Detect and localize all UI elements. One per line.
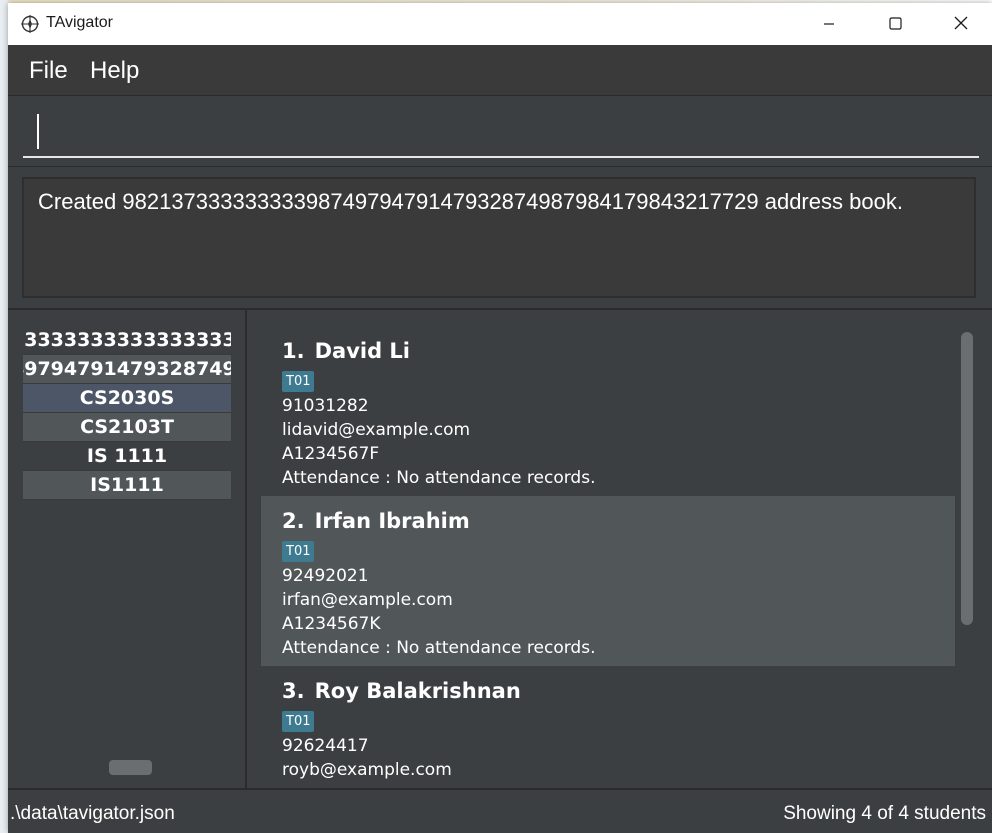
maximize-icon <box>888 15 902 34</box>
student-name-row: 2. Irfan Ibrahim <box>282 509 955 537</box>
student-name: Irfan Ibrahim <box>314 509 470 533</box>
close-icon <box>954 15 968 34</box>
save-location: .\data\tavigator.json <box>10 803 175 824</box>
student-email: lidavid@example.com <box>282 420 471 440</box>
student-attendance: Attendance : No attendance records. <box>282 468 596 488</box>
result-display: Created 98213733333333398749794791479328… <box>22 177 976 298</box>
app-window: TAvigator File Help Created 982137333333… <box>8 3 992 833</box>
student-phone: 92624417 <box>282 736 369 756</box>
maximize-button[interactable] <box>862 3 928 45</box>
course-item[interactable]: CS2103T <box>23 413 231 442</box>
tutorial-tag: T01 <box>282 541 315 562</box>
minimize-button[interactable] <box>796 3 862 45</box>
course-item[interactable]: IS1111 <box>23 471 231 500</box>
command-input[interactable] <box>23 108 979 158</box>
student-email: royb@example.com <box>282 760 452 780</box>
command-box <box>8 96 992 167</box>
menu-bar: File Help <box>8 45 992 96</box>
background-window-edge <box>0 0 8 833</box>
student-name: David Li <box>314 339 411 363</box>
course-list: 33333333333333333847 4979479147932874987… <box>23 326 231 500</box>
minimize-icon <box>823 15 835 34</box>
student-phone: 92492021 <box>282 566 369 586</box>
title-bar[interactable]: TAvigator <box>8 3 992 45</box>
window-title: TAvigator <box>46 14 113 31</box>
vertical-scrollbar-thumb[interactable] <box>961 332 973 625</box>
course-item[interactable]: IS 1111 <box>23 442 231 471</box>
compass-icon <box>20 14 40 34</box>
student-attendance: Attendance : No attendance records. <box>282 638 596 658</box>
menu-help[interactable]: Help <box>90 57 139 85</box>
student-count: Showing 4 of 4 students <box>783 803 986 824</box>
student-index: 2. <box>282 509 305 533</box>
result-message: Created 98213733333333398749794791479328… <box>38 189 903 214</box>
course-item-selected[interactable]: CS2030S <box>23 384 231 413</box>
status-bar: .\data\tavigator.json Showing 4 of 4 stu… <box>8 788 992 833</box>
student-name: Roy Balakrishnan <box>314 679 521 703</box>
student-name-row: 3. Roy Balakrishnan <box>282 679 955 707</box>
course-item[interactable]: 33333333333333333847 <box>23 326 231 355</box>
student-phone: 91031282 <box>282 396 369 416</box>
student-id: A1234567F <box>282 444 380 464</box>
student-card[interactable]: 3. Roy Balakrishnan T01 92624417 royb@exa… <box>261 666 955 788</box>
horizontal-scrollbar[interactable] <box>109 760 152 775</box>
close-button[interactable] <box>928 3 992 45</box>
student-name-row: 1. David Li <box>282 339 955 367</box>
course-list-panel: 33333333333333333847 4979479147932874987… <box>8 310 245 788</box>
student-email: irfan@example.com <box>282 590 453 610</box>
student-index: 1. <box>282 339 305 363</box>
text-caret <box>37 114 39 149</box>
student-list-panel: 1. David Li T01 91031282 lidavid@example.… <box>247 310 992 788</box>
tutorial-tag: T01 <box>282 371 315 392</box>
menu-file[interactable]: File <box>29 57 68 85</box>
student-id: A1234567K <box>282 614 381 634</box>
course-item[interactable]: 4979479147932874987 <box>23 355 231 384</box>
student-card-selected[interactable]: 2. Irfan Ibrahim T01 92492021 irfan@examp… <box>261 496 955 666</box>
tutorial-tag: T01 <box>282 711 315 732</box>
student-index: 3. <box>282 679 305 703</box>
student-card[interactable]: 1. David Li T01 91031282 lidavid@example.… <box>261 326 955 496</box>
